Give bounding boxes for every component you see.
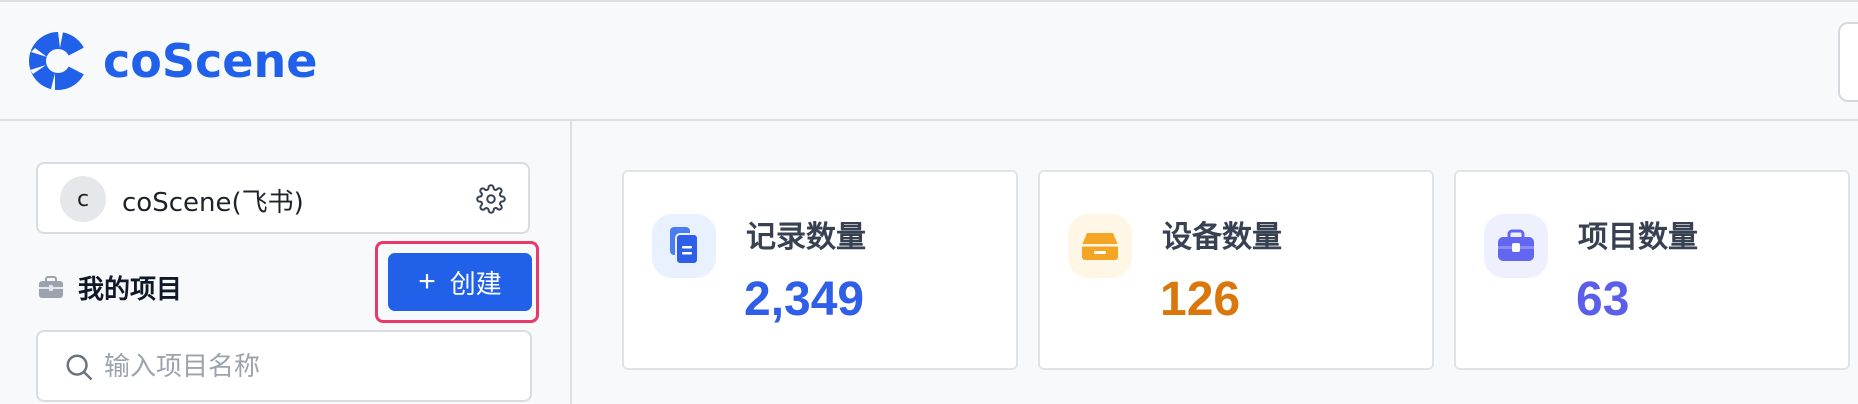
stat-value-devices: 126 — [1160, 273, 1241, 326]
search-icon — [66, 354, 93, 381]
stat-label-devices: 设备数量 — [1162, 220, 1282, 255]
stat-card-devices[interactable]: 设备数量 126 — [1038, 170, 1434, 370]
org-avatar: c — [60, 176, 106, 222]
project-search — [36, 330, 532, 402]
org-switcher[interactable]: c coScene(飞书) — [36, 162, 530, 234]
create-button-label: 创建 — [449, 269, 502, 300]
gear-icon[interactable] — [476, 184, 506, 214]
records-icon — [652, 214, 716, 278]
stat-value-projects: 63 — [1576, 273, 1630, 326]
coscene-logo-icon — [29, 32, 89, 90]
main-content: 记录数量 2,349 设备数量 126 项目数量 63 — [572, 121, 1858, 404]
stat-value-records: 2,349 — [744, 273, 865, 326]
top-right-control[interactable] — [1838, 22, 1858, 102]
top-bar: coScene — [0, 0, 1858, 121]
logo[interactable]: coScene — [27, 30, 317, 92]
my-projects-title: 我的项目 — [78, 274, 183, 305]
briefcase-icon — [39, 276, 63, 298]
plus-icon: + — [418, 265, 436, 298]
create-project-button[interactable]: + 创建 — [388, 253, 532, 311]
stat-card-records[interactable]: 记录数量 2,349 — [622, 170, 1018, 370]
brand-name: coScene — [103, 34, 318, 88]
stat-label-records: 记录数量 — [746, 220, 866, 255]
my-projects-header: 我的项目 — [38, 267, 182, 307]
org-name: coScene(飞书) — [122, 188, 304, 218]
briefcase-icon — [1484, 214, 1548, 278]
project-search-input[interactable] — [104, 344, 504, 390]
sidebar: c coScene(飞书) 我的项目 + 创建 — [0, 121, 572, 404]
stat-card-projects[interactable]: 项目数量 63 — [1454, 170, 1850, 370]
device-icon — [1068, 214, 1132, 278]
stat-label-projects: 项目数量 — [1578, 220, 1698, 255]
